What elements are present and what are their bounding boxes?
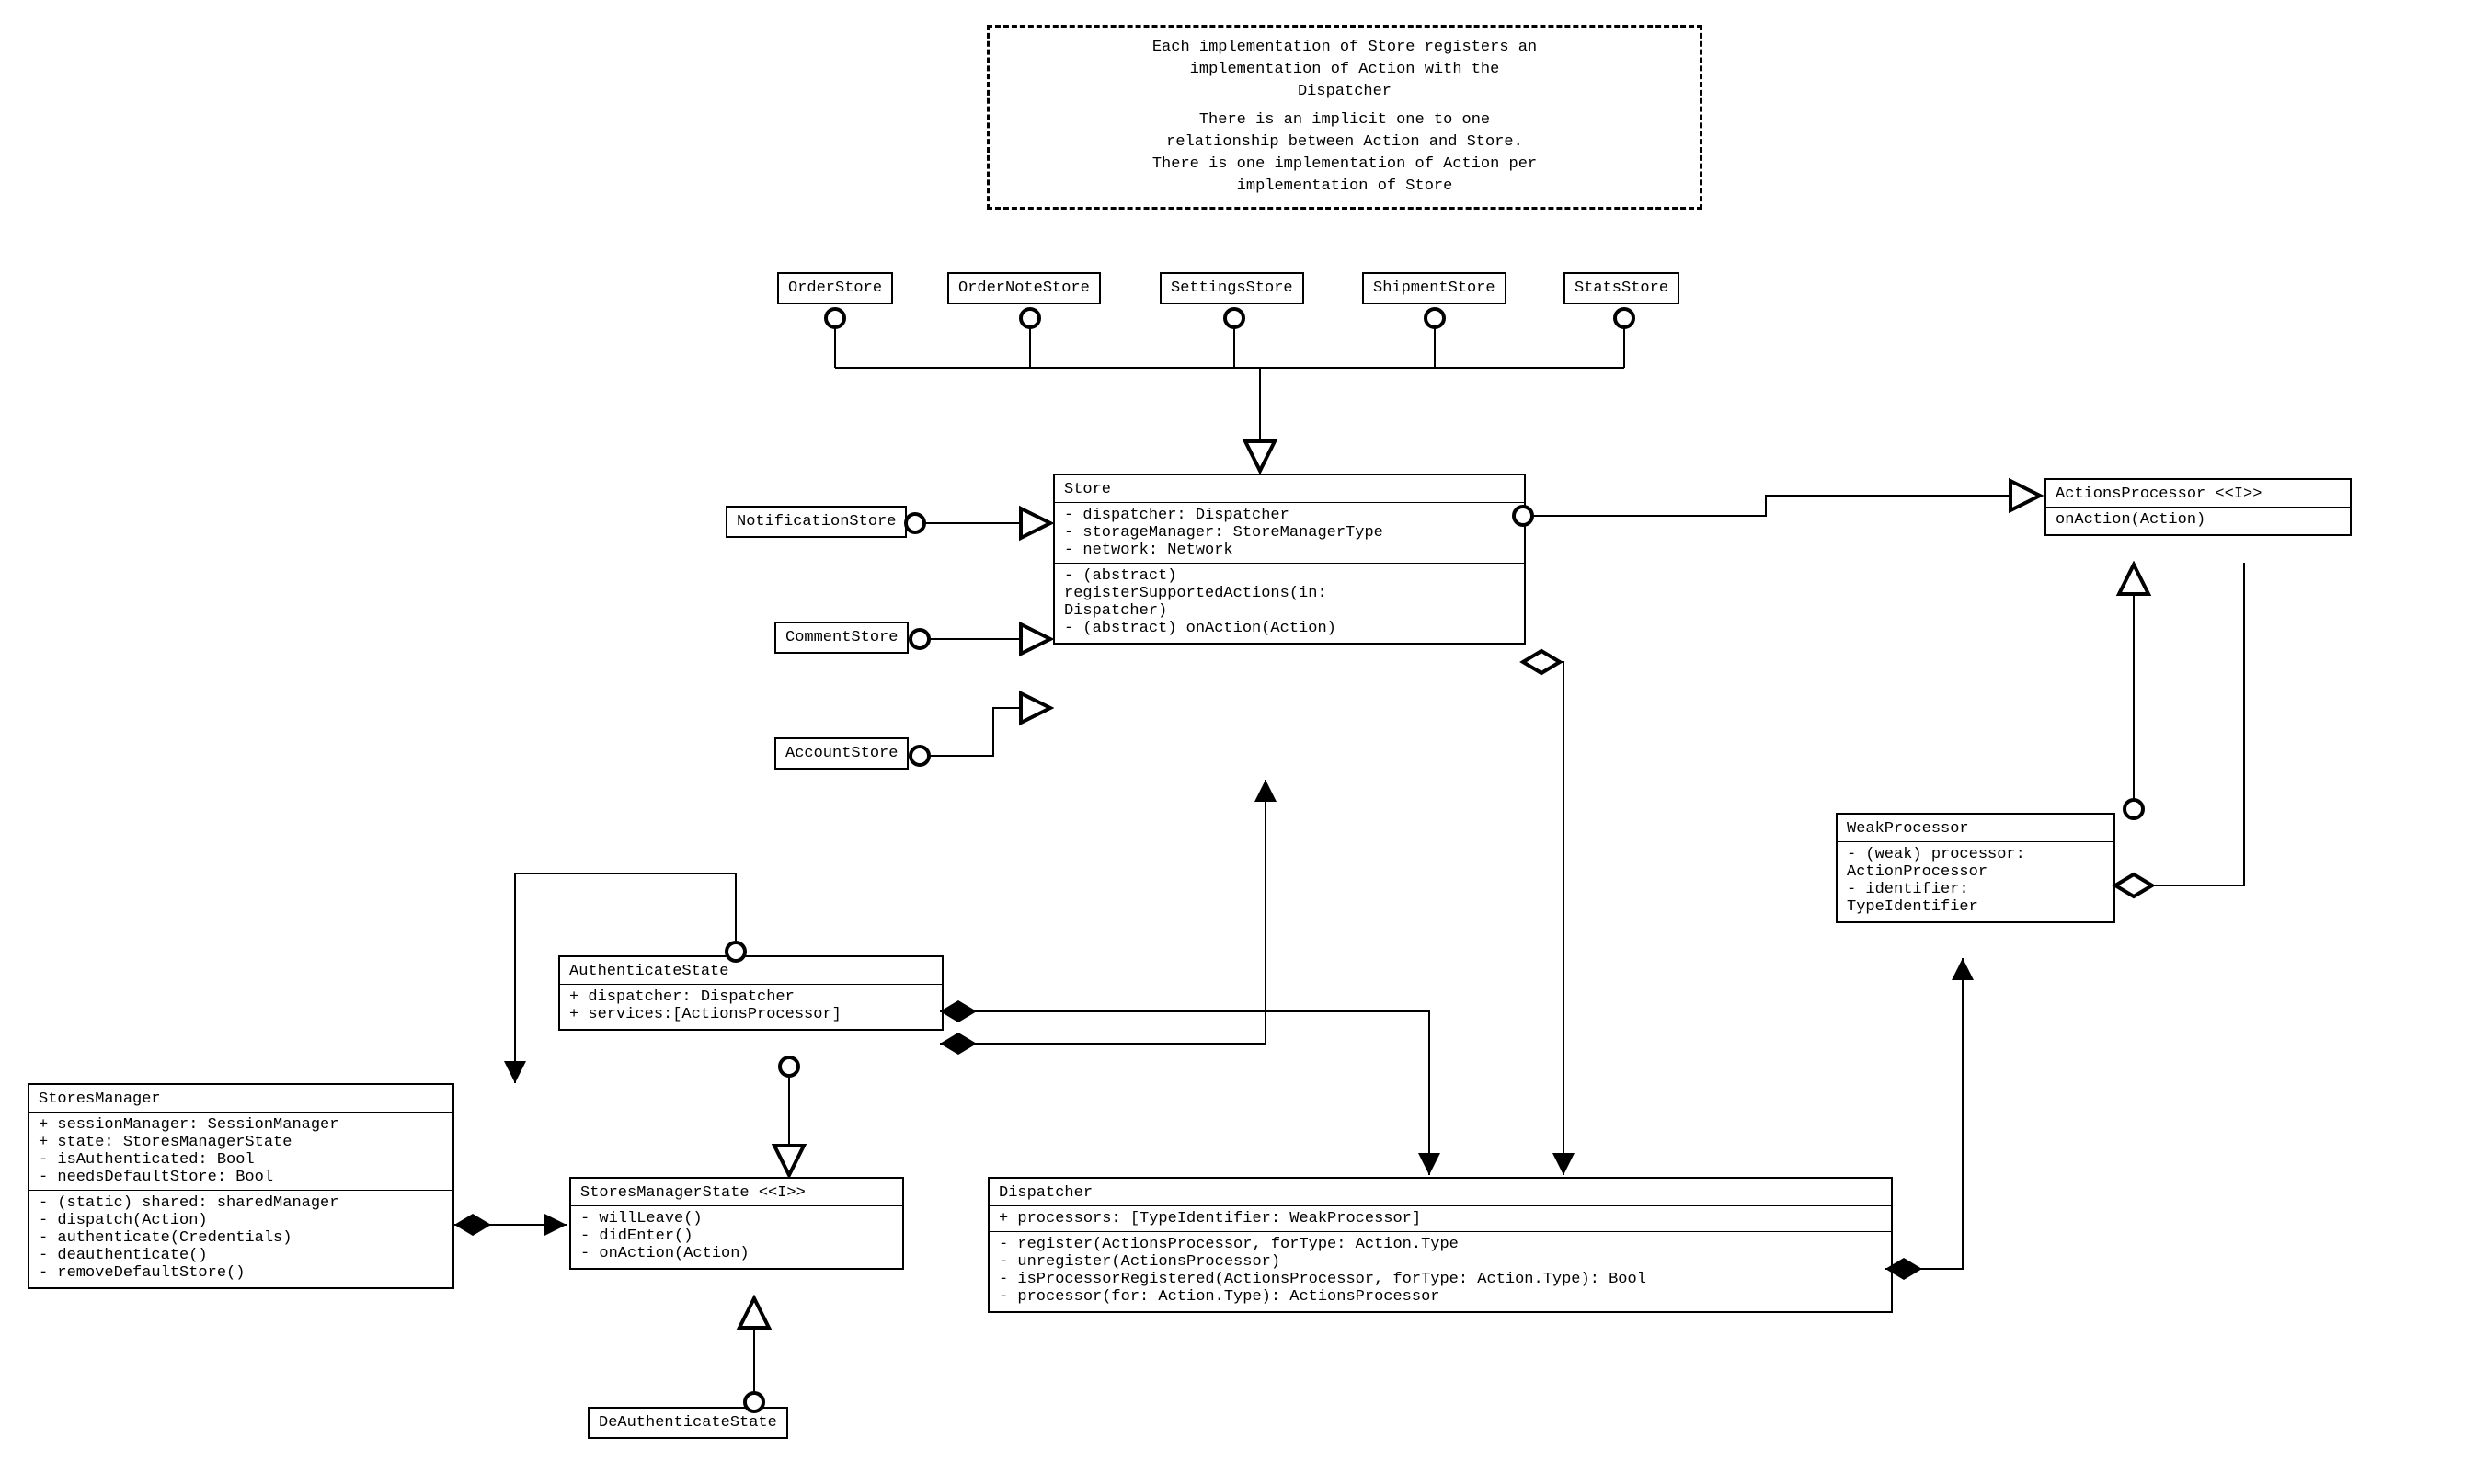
class-field: - storageManager: StoreManagerType [1064,524,1515,542]
class-title: AuthenticateState [569,963,933,980]
class-method: - didEnter() [580,1227,893,1245]
class-accountstore: AccountStore [774,737,909,770]
class-title: OrderNoteStore [958,280,1090,297]
class-field: TypeIdentifier [1847,898,2104,916]
class-method: - unregister(ActionsProcessor) [999,1253,1882,1271]
class-actionsprocessor: ActionsProcessor <<I>> onAction(Action) [2044,478,2352,536]
class-title: DeAuthenticateState [599,1414,777,1432]
class-method: - onAction(Action) [580,1245,893,1262]
class-title: CommentStore [785,629,898,646]
note-line: There is an implicit one to one [1004,109,1685,131]
class-field: + dispatcher: Dispatcher [569,988,933,1006]
class-title: StoresManagerState <<I>> [580,1184,893,1202]
class-method: - removeDefaultStore() [39,1264,443,1282]
class-method: Dispatcher) [1064,602,1515,620]
class-title: Dispatcher [999,1184,1882,1202]
class-deauthenticatestate: DeAuthenticateState [588,1407,788,1439]
class-method: onAction(Action) [2056,511,2341,529]
class-dispatcher: Dispatcher + processors: [TypeIdentifier… [988,1177,1893,1313]
class-title: SettingsStore [1171,280,1293,297]
class-notificationstore: NotificationStore [726,506,907,538]
class-orderstore: OrderStore [777,272,893,304]
class-method: - (abstract) [1064,567,1515,585]
class-title: Store [1064,481,1515,498]
class-method: - isProcessorRegistered(ActionsProcessor… [999,1271,1882,1288]
class-method: registerSupportedActions(in: [1064,585,1515,602]
class-field: - needsDefaultStore: Bool [39,1169,443,1186]
class-field: - dispatcher: Dispatcher [1064,507,1515,524]
class-field: - (weak) processor: [1847,846,2104,863]
class-method: - processor(for: Action.Type): ActionsPr… [999,1288,1882,1306]
class-method: - dispatch(Action) [39,1212,443,1229]
class-ordernotestore: OrderNoteStore [947,272,1101,304]
note-line: Each implementation of Store registers a… [1004,37,1685,59]
class-authenticatestate: AuthenticateState + dispatcher: Dispatch… [558,955,944,1031]
class-title: NotificationStore [737,513,896,531]
note-line: implementation of Action with the [1004,59,1685,81]
note-line: implementation of Store [1004,176,1685,198]
class-method: - register(ActionsProcessor, forType: Ac… [999,1236,1882,1253]
note-line: Dispatcher [1004,81,1685,103]
class-title: ActionsProcessor <<I>> [2056,485,2341,503]
class-storesmanager: StoresManager + sessionManager: SessionM… [28,1083,454,1289]
class-title: OrderStore [788,280,882,297]
class-method: - willLeave() [580,1210,893,1227]
class-field: + services:[ActionsProcessor] [569,1006,933,1023]
class-title: StatsStore [1575,280,1668,297]
class-store: Store - dispatcher: Dispatcher - storage… [1053,474,1526,645]
class-field: ActionProcessor [1847,863,2104,881]
note-line: relationship between Action and Store. [1004,131,1685,154]
class-method: - authenticate(Credentials) [39,1229,443,1247]
class-title: ShipmentStore [1373,280,1495,297]
diagram-note: Each implementation of Store registers a… [987,25,1702,210]
class-settingsstore: SettingsStore [1160,272,1304,304]
class-method: - deauthenticate() [39,1247,443,1264]
class-shipmentstore: ShipmentStore [1362,272,1506,304]
class-title: AccountStore [785,745,898,762]
class-storesmanagerstate: StoresManagerState <<I>> - willLeave() -… [569,1177,904,1270]
class-commentstore: CommentStore [774,622,909,654]
note-line: There is one implementation of Action pe… [1004,154,1685,176]
class-method: - (static) shared: sharedManager [39,1194,443,1212]
class-method: - (abstract) onAction(Action) [1064,620,1515,637]
class-title: StoresManager [39,1090,443,1108]
class-statsstore: StatsStore [1563,272,1679,304]
class-field: - network: Network [1064,542,1515,559]
class-field: + state: StoresManagerState [39,1134,443,1151]
class-weakprocessor: WeakProcessor - (weak) processor: Action… [1836,813,2115,923]
class-field: + sessionManager: SessionManager [39,1116,443,1134]
class-field: + processors: [TypeIdentifier: WeakProce… [999,1210,1882,1227]
class-field: - isAuthenticated: Bool [39,1151,443,1169]
class-field: - identifier: [1847,881,2104,898]
class-title: WeakProcessor [1847,820,2104,838]
